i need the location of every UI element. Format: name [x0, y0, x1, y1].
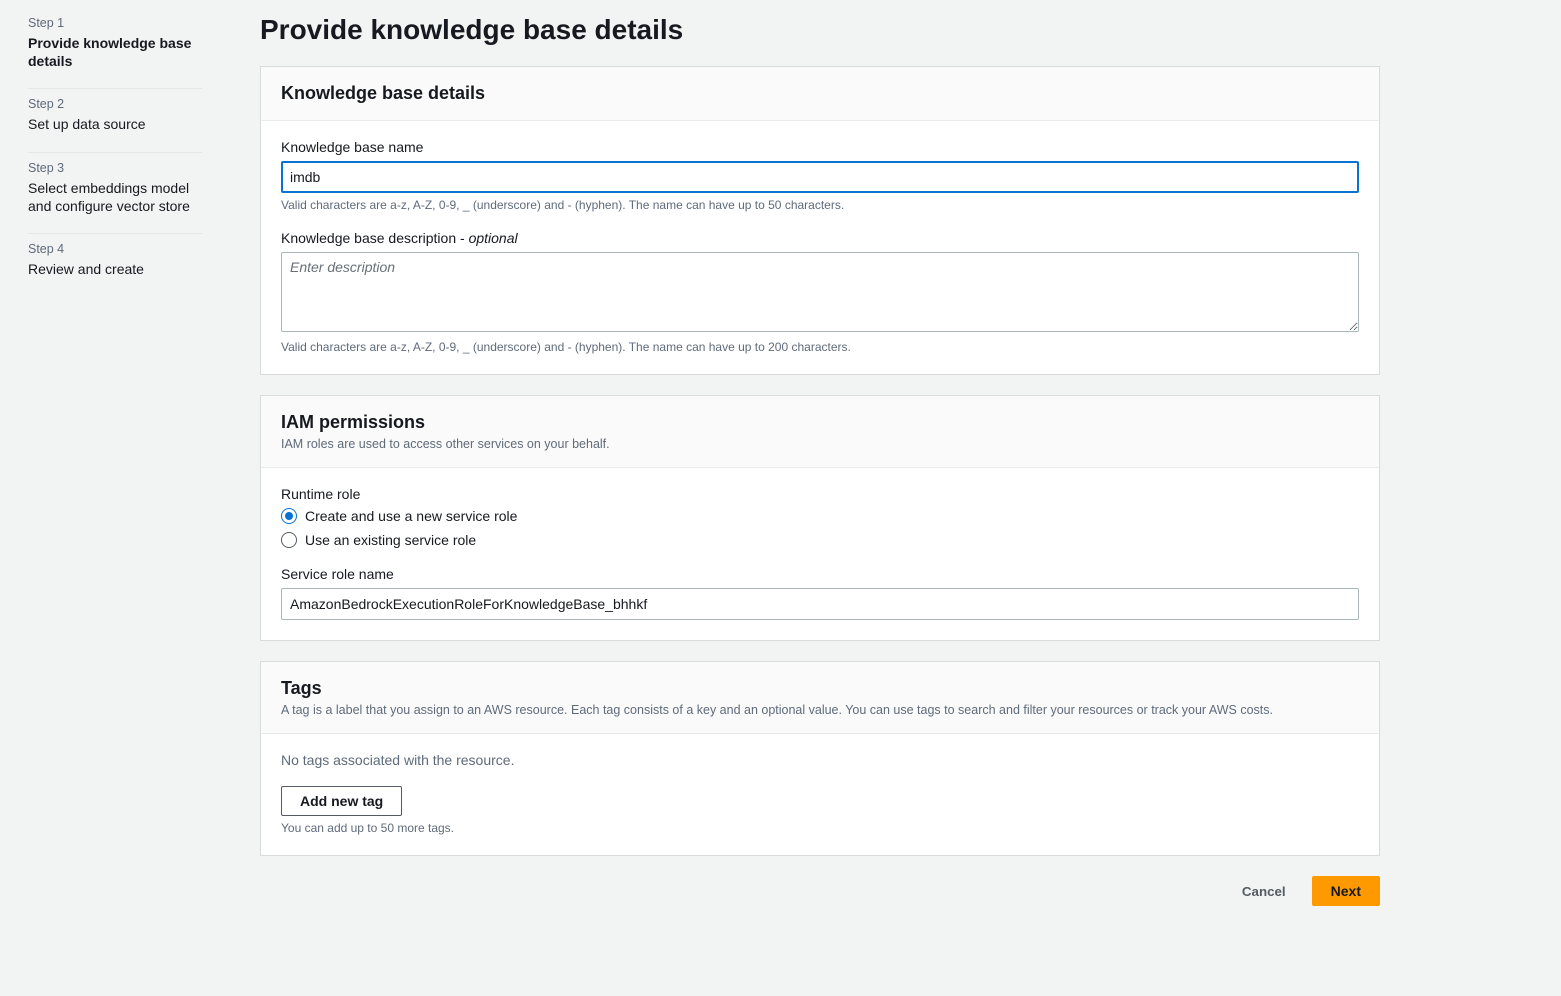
kb-desc-label-optional: optional [469, 230, 518, 246]
iam-header: IAM permissions IAM roles are used to ac… [261, 396, 1379, 468]
wizard-steps: Step 1 Provide knowledge base details St… [0, 0, 230, 996]
step-1[interactable]: Step 1 Provide knowledge base details [28, 8, 202, 89]
radio-icon [281, 532, 297, 548]
runtime-role-label: Runtime role [281, 486, 1359, 502]
next-button[interactable]: Next [1312, 876, 1380, 906]
kb-desc-label: Knowledge base description - optional [281, 230, 1359, 246]
step-3[interactable]: Step 3 Select embeddings model and confi… [28, 153, 202, 234]
step-2-label: Step 2 [28, 97, 202, 111]
add-tag-button[interactable]: Add new tag [281, 786, 402, 816]
wizard-actions: Cancel Next [260, 876, 1380, 906]
tags-subtext: A tag is a label that you assign to an A… [281, 703, 1359, 717]
kb-desc-hint: Valid characters are a-z, A-Z, 0-9, _ (u… [281, 340, 1359, 354]
radio-icon [281, 508, 297, 524]
tags-header: Tags A tag is a label that you assign to… [261, 662, 1379, 734]
step-4-title: Review and create [28, 260, 202, 278]
iam-heading: IAM permissions [281, 412, 1359, 433]
service-role-name-label: Service role name [281, 566, 1359, 582]
step-3-title: Select embeddings model and configure ve… [28, 179, 202, 215]
kb-desc-label-main: Knowledge base description - [281, 230, 469, 246]
radio-new-role-label: Create and use a new service role [305, 508, 517, 524]
tags-limit-hint: You can add up to 50 more tags. [281, 821, 1359, 835]
main-content: Provide knowledge base details Knowledge… [230, 0, 1410, 996]
tags-heading: Tags [281, 678, 1359, 699]
no-tags-message: No tags associated with the resource. [281, 752, 1359, 768]
iam-subtext: IAM roles are used to access other servi… [281, 437, 1359, 451]
radio-new-role[interactable]: Create and use a new service role [281, 508, 1359, 524]
step-2[interactable]: Step 2 Set up data source [28, 89, 202, 152]
kb-details-header: Knowledge base details [261, 67, 1379, 121]
kb-details-card: Knowledge base details Knowledge base na… [260, 66, 1380, 375]
kb-desc-input[interactable] [281, 252, 1359, 332]
kb-name-hint: Valid characters are a-z, A-Z, 0-9, _ (u… [281, 198, 1359, 212]
step-4[interactable]: Step 4 Review and create [28, 234, 202, 296]
kb-name-label: Knowledge base name [281, 139, 1359, 155]
service-role-name-input[interactable] [281, 588, 1359, 620]
radio-existing-role[interactable]: Use an existing service role [281, 532, 1359, 548]
kb-details-heading: Knowledge base details [281, 83, 1359, 104]
cancel-button[interactable]: Cancel [1224, 876, 1304, 906]
iam-card: IAM permissions IAM roles are used to ac… [260, 395, 1380, 641]
step-2-title: Set up data source [28, 115, 202, 133]
page-title: Provide knowledge base details [260, 14, 1380, 46]
radio-existing-role-label: Use an existing service role [305, 532, 476, 548]
step-3-label: Step 3 [28, 161, 202, 175]
kb-name-input[interactable] [281, 161, 1359, 193]
step-1-title: Provide knowledge base details [28, 34, 202, 70]
step-4-label: Step 4 [28, 242, 202, 256]
tags-card: Tags A tag is a label that you assign to… [260, 661, 1380, 856]
step-1-label: Step 1 [28, 16, 202, 30]
